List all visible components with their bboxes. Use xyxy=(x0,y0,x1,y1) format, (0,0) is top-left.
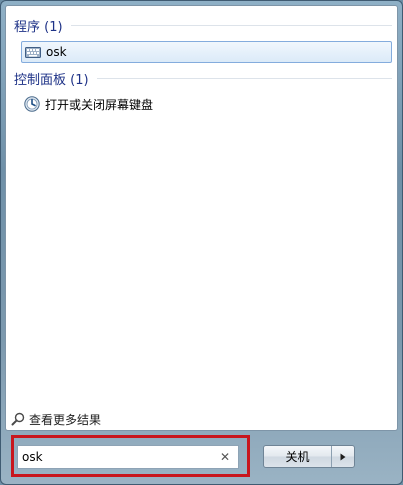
search-box[interactable]: ✕ xyxy=(17,445,239,469)
group-title-programs[interactable]: 程序 (1) xyxy=(14,16,71,35)
keyboard-icon xyxy=(24,43,42,61)
result-label: osk xyxy=(46,45,67,59)
result-item-onscreen-keyboard-setting[interactable]: 打开或关闭屏幕键盘 xyxy=(23,93,392,115)
search-input[interactable] xyxy=(18,447,212,467)
group-divider xyxy=(96,77,392,79)
start-menu: 程序 (1) osk 控制面板 (1) 打开或关闭屏幕键盘 查看更多结果 osk… xyxy=(0,0,403,485)
search-icon xyxy=(11,412,25,426)
search-results-panel: 程序 (1) osk 控制面板 (1) 打开或关闭屏幕键盘 xyxy=(5,5,398,431)
shutdown-options-button[interactable] xyxy=(332,446,354,467)
shutdown-button-group: 关机 xyxy=(263,445,355,468)
result-label: 打开或关闭屏幕键盘 xyxy=(45,97,154,112)
group-header-programs: 程序 (1) xyxy=(14,16,392,35)
group-header-control-panel: 控制面板 (1) xyxy=(14,69,392,88)
group-title-control-panel[interactable]: 控制面板 (1) xyxy=(14,69,97,88)
close-icon[interactable]: ✕ xyxy=(216,448,234,466)
triangle-right-icon xyxy=(340,453,346,461)
result-item-osk[interactable]: osk xyxy=(21,41,392,63)
see-more-results-link[interactable]: 查看更多结果 xyxy=(11,411,101,427)
see-more-results-label: 查看更多结果 xyxy=(29,412,102,427)
ease-of-access-icon xyxy=(23,95,41,113)
group-divider xyxy=(70,24,392,26)
shutdown-button[interactable]: 关机 xyxy=(264,446,332,467)
